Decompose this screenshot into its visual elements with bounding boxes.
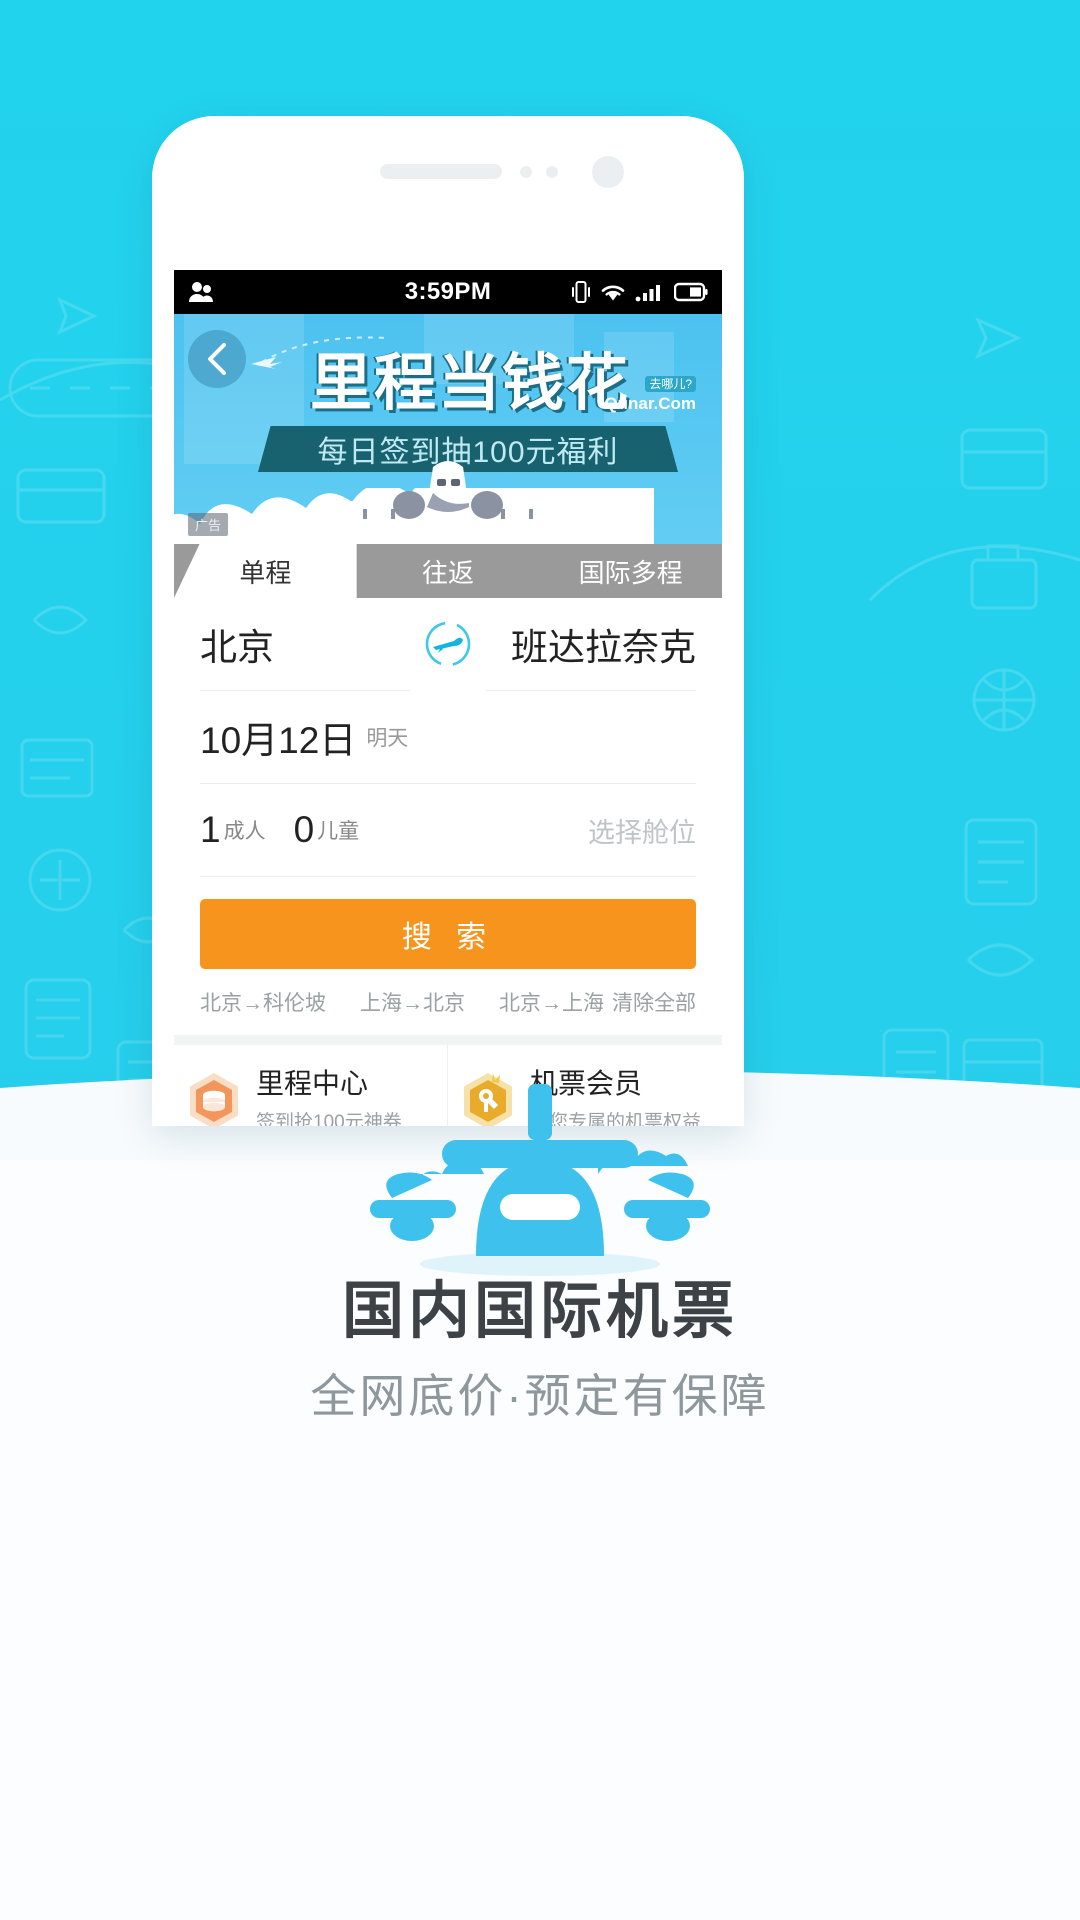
phone-bezel-top (152, 116, 744, 270)
trip-type-tabs: 单程 往返 国际多程 (174, 544, 722, 598)
search-history-row: 北京→科伦坡 上海→北京 北京→上海 清除全部 (200, 969, 696, 1035)
to-city-field[interactable]: 班达拉奈克 (511, 617, 696, 671)
swap-cities-button[interactable] (420, 616, 476, 672)
phone-screen: 3:59PM 里程当钱花 每日签到抽100元福利 去哪儿? Qunar.Com … (174, 270, 722, 1126)
page-headline: 国内国际机票 (341, 1277, 738, 1346)
back-button[interactable] (188, 330, 246, 388)
child-label: 儿童 (317, 820, 360, 843)
vibrate-icon (572, 281, 590, 303)
tab-round-trip[interactable]: 往返 (357, 544, 540, 598)
history-item-2[interactable]: 上海→北京 (360, 987, 465, 1017)
child-count: 0 (293, 809, 315, 850)
phone-sensor-icon (520, 166, 532, 178)
ad-label: 广告 (188, 513, 229, 536)
departure-date-value: 10月12日 (200, 720, 357, 761)
phone-sensor-icon (546, 166, 558, 178)
phone-camera-icon (592, 156, 624, 188)
qunar-logo-cn: 去哪儿? (645, 376, 696, 392)
phone-mockup: 3:59PM 里程当钱花 每日签到抽100元福利 去哪儿? Qunar.Com … (152, 116, 744, 1126)
status-bar-right (571, 280, 708, 304)
qunar-logo: 去哪儿? Qunar.Com (604, 376, 696, 412)
passenger-row-divider (200, 876, 696, 877)
wifi-icon (601, 285, 625, 301)
page-subheadline: 全网底价·预定有保障 (310, 1370, 770, 1422)
departure-date-note: 明天 (366, 727, 409, 750)
small-plane-icon (251, 357, 282, 369)
battery-icon (674, 282, 708, 302)
tab-multi-city[interactable]: 国际多程 (539, 544, 722, 598)
back-chevron-icon (208, 343, 226, 375)
clear-history-button[interactable]: 清除全部 (612, 987, 696, 1017)
big-airplane-illustration (370, 1084, 710, 1276)
history-item-1[interactable]: 北京→科伦坡 (200, 987, 326, 1017)
cabin-select[interactable]: 选择舱位 (588, 811, 696, 850)
adult-label: 成人 (223, 820, 266, 843)
status-bar: 3:59PM (174, 270, 722, 314)
airplane-front-icon (339, 461, 557, 519)
tab-one-way[interactable]: 单程 (174, 544, 357, 598)
swap-flight-icon (425, 621, 471, 667)
date-row[interactable]: 10月12日 明天 (200, 691, 696, 783)
phone-speaker-icon (380, 164, 502, 179)
banner-plane (333, 449, 563, 540)
section-separator (174, 1035, 722, 1045)
search-button[interactable]: 搜 索 (200, 899, 696, 969)
city-row: 北京 班达拉奈克 (200, 598, 696, 690)
signal-bars-icon (635, 285, 660, 302)
from-city-field[interactable]: 北京 (200, 617, 274, 671)
promo-banner[interactable]: 里程当钱花 每日签到抽100元福利 去哪儿? Qunar.Com 广告 (174, 314, 722, 544)
flight-search-form: 北京 班达拉奈克 10月12日 明天 1 成人 0 儿童 选择舱位 搜 索 北京… (174, 598, 722, 1035)
adult-count: 1 (200, 809, 221, 850)
history-item-3[interactable]: 北京→上海 (499, 987, 604, 1017)
passenger-row[interactable]: 1 成人 0 儿童 选择舱位 (200, 784, 696, 876)
qunar-logo-en: Qunar.Com (604, 394, 696, 413)
coins-hex-icon (190, 1073, 238, 1126)
